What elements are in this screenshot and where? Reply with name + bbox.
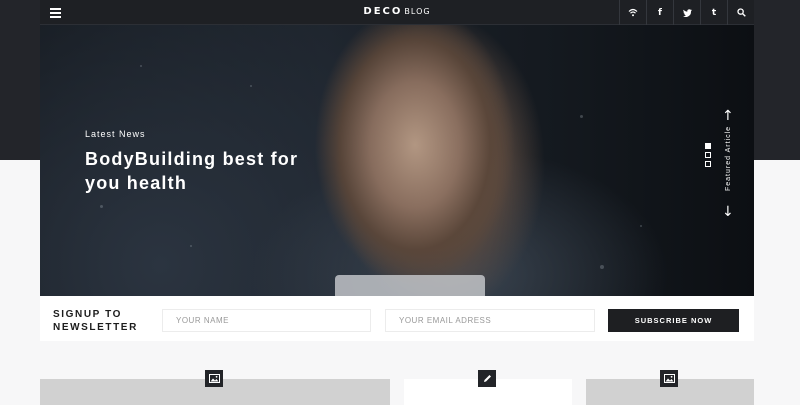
newsletter-label-line2: NEWSLETTER (53, 322, 138, 333)
name-input[interactable]: YOUR NAME (162, 309, 371, 332)
logo-sub: BLOG (404, 7, 431, 16)
twitter-icon[interactable] (673, 0, 700, 25)
newsletter-label-line1: SIGNUP TO (53, 309, 123, 320)
newsletter-label: SIGNUP TO NEWSLETTER (53, 308, 138, 334)
featured-article-hero[interactable]: Latest News BodyBuilding best for you he… (40, 25, 754, 296)
dust-particle (250, 85, 252, 87)
hero-image-waistband (335, 275, 485, 296)
slider-navigation: ↑ Featured Article ↓ (705, 109, 745, 229)
facebook-icon[interactable]: f (646, 0, 673, 25)
social-links: f t (619, 0, 754, 25)
email-input[interactable]: YOUR EMAIL ADRESS (385, 309, 595, 332)
pencil-icon (478, 370, 496, 387)
dust-particle (600, 265, 604, 269)
logo-brand: DECO (363, 6, 403, 17)
hero-category[interactable]: Latest News (85, 129, 146, 139)
hero-title[interactable]: BodyBuilding best for you health (85, 147, 325, 195)
newsletter-signup: SIGNUP TO NEWSLETTER YOUR NAME YOUR EMAI… (40, 296, 754, 341)
featured-article-label: Featured Article (725, 125, 732, 191)
hero-image-athlete (305, 25, 525, 296)
slider-dot[interactable] (705, 161, 711, 167)
arrow-down-icon[interactable]: ↓ (722, 205, 734, 219)
arrow-up-icon[interactable]: ↑ (722, 109, 734, 123)
rss-icon[interactable] (619, 0, 646, 25)
search-icon[interactable] (727, 0, 754, 25)
slider-dots (705, 143, 711, 167)
dust-particle (640, 225, 642, 227)
slider-dot[interactable] (705, 143, 711, 149)
image-icon (205, 370, 223, 387)
slider-dot[interactable] (705, 152, 711, 158)
dust-particle (580, 115, 583, 118)
tumblr-icon[interactable]: t (700, 0, 727, 25)
subscribe-button[interactable]: SUBSCRIBE NOW (608, 309, 739, 332)
site-header: DECO BLOG f t (40, 0, 754, 25)
dust-particle (100, 205, 103, 208)
dust-particle (190, 245, 192, 247)
dust-particle (140, 65, 142, 67)
image-icon (660, 370, 678, 387)
